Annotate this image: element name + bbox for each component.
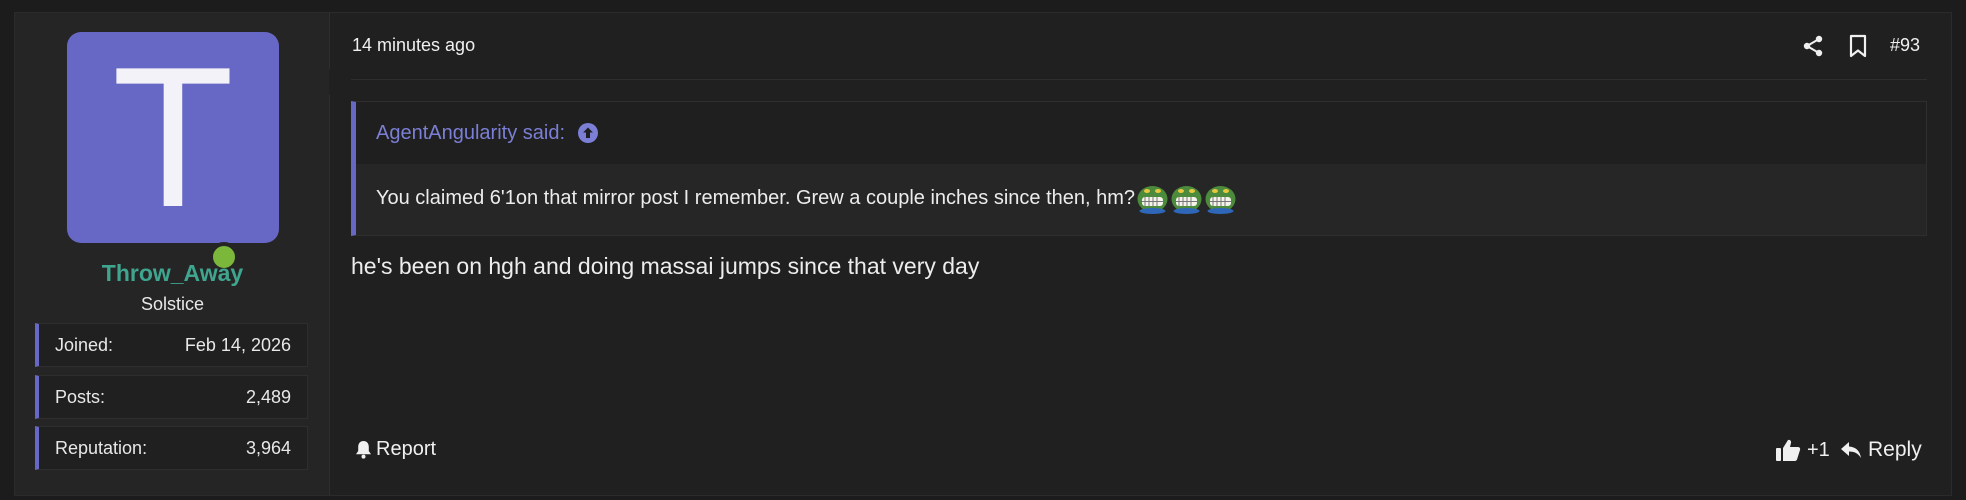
stat-value: 2,489: [245, 386, 291, 407]
bell-icon: [356, 441, 371, 459]
post-timestamp[interactable]: 14 minutes ago: [352, 35, 475, 56]
thumbs-up-icon: [1776, 439, 1801, 461]
grinning-goblin-emoji-icon: [1137, 186, 1168, 214]
username-link[interactable]: Throw_Away: [15, 260, 330, 287]
grinning-goblin-emoji-icon: [1171, 186, 1202, 214]
reply-label: Reply: [1868, 438, 1922, 461]
stat-joined: Joined: Feb 14, 2026: [35, 323, 308, 367]
post-footer: Report +1 Reply: [351, 438, 1927, 478]
arrow-up-circle-icon[interactable]: [577, 122, 599, 144]
share-icon[interactable]: [1801, 34, 1825, 58]
reply-button[interactable]: Reply: [1840, 438, 1922, 462]
like-button[interactable]: +1: [1775, 438, 1830, 462]
user-info-panel: T Throw_Away Solstice Joined: Feb 14, 20…: [15, 13, 330, 495]
quote-block: AgentAngularity said: You claimed 6'1on …: [351, 101, 1927, 236]
quote-author-link[interactable]: AgentAngularity said:: [376, 122, 565, 145]
reply-arrow-icon: [1841, 442, 1861, 458]
post-main: 14 minutes ago #93 AgentAngularity said:: [351, 13, 1941, 495]
user-title: Solstice: [140, 294, 205, 314]
post-header: 14 minutes ago #93: [351, 13, 1927, 80]
stat-value: Feb 14, 2026: [184, 334, 291, 355]
report-button[interactable]: Report: [355, 438, 436, 461]
quote-text: You claimed 6'1on that mirror post I rem…: [376, 187, 1136, 209]
stat-value: 3,964: [245, 437, 291, 458]
like-count: +1: [1807, 438, 1830, 461]
post-number-link[interactable]: #93: [1890, 35, 1920, 56]
stat-label: Reputation:: [55, 437, 148, 458]
quote-header: AgentAngularity said:: [356, 102, 1926, 164]
grinning-goblin-emoji-icon: [1205, 186, 1236, 214]
stat-label: Joined:: [55, 334, 114, 355]
stat-posts: Posts: 2,489: [35, 375, 308, 419]
avatar[interactable]: T: [67, 26, 279, 272]
stat-label: Posts:: [55, 386, 106, 407]
stat-reputation: Reputation: 3,964: [35, 426, 308, 470]
bookmark-icon[interactable]: [1847, 34, 1869, 58]
post-message: he's been on hgh and doing massai jumps …: [351, 253, 980, 279]
report-label: Report: [376, 438, 437, 460]
post-container: T Throw_Away Solstice Joined: Feb 14, 20…: [14, 12, 1952, 496]
quote-body: You claimed 6'1on that mirror post I rem…: [376, 182, 1237, 215]
avatar-letter: T: [111, 26, 235, 249]
